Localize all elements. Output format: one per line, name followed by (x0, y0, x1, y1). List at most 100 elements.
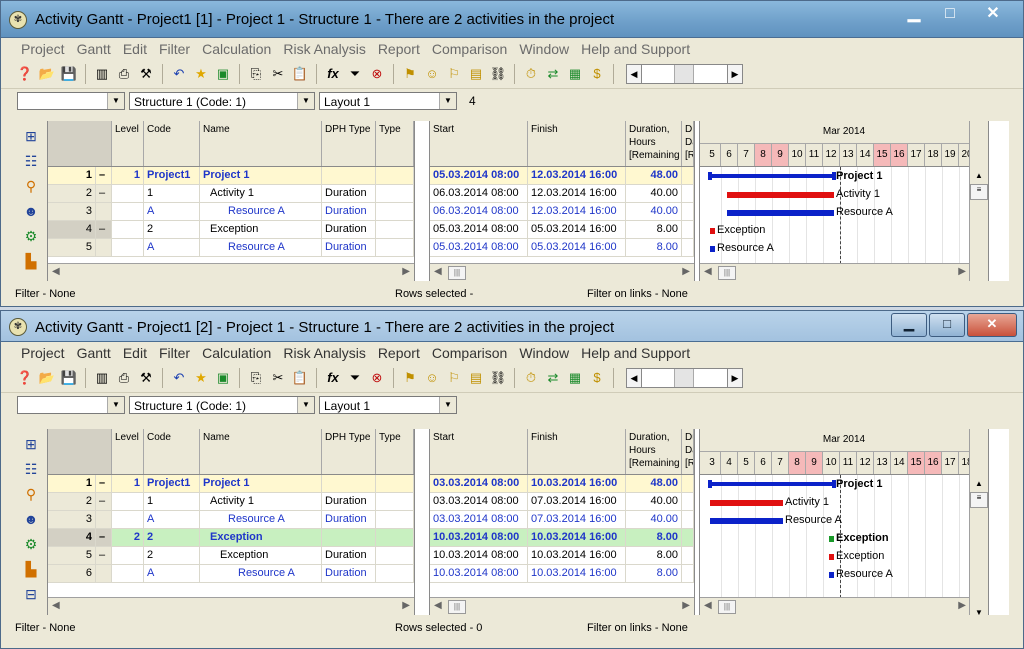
table-row[interactable]: 03.03.2014 08:00 07.03.2014 16:00 40.00 (430, 511, 694, 529)
row-number[interactable]: 2 (48, 493, 96, 511)
structure-view-icon[interactable]: ⊞ (19, 125, 43, 147)
resource-icon[interactable]: ☺ (422, 368, 442, 388)
clear-filter-icon[interactable]: ⊗ (367, 64, 387, 84)
table-row[interactable]: 3 A Resource A Duration (48, 511, 414, 529)
header-duration[interactable]: Duration, Hours [Remaining (626, 121, 682, 166)
maximize-button[interactable]: □ (929, 313, 965, 337)
team-view-icon[interactable]: ☻ (19, 200, 43, 222)
assign-icon[interactable]: ⚐ (444, 64, 464, 84)
paste-icon[interactable]: 📋 (290, 368, 310, 388)
header-name[interactable]: Name (200, 121, 322, 166)
menu-window[interactable]: Window (513, 41, 575, 57)
scroll-thumb[interactable]: ||| (718, 600, 736, 614)
table-row[interactable]: 4– 2 Exception Duration (48, 221, 414, 239)
table-row[interactable]: 5 A Resource A Duration (48, 239, 414, 257)
gantt-bar[interactable] (710, 482, 834, 486)
menu-gantt[interactable]: Gantt (71, 41, 117, 57)
scroll-right-icon[interactable]: ▶ (958, 266, 966, 277)
team-view-icon[interactable]: ☻ (19, 508, 43, 530)
structure-view-icon[interactable]: ⊞ (19, 433, 43, 455)
row-collapse-toggle[interactable]: – (96, 493, 112, 511)
report-view-icon[interactable]: ▙ (19, 558, 43, 580)
header-start[interactable]: Start (430, 429, 528, 474)
maximize-button[interactable]: □ (933, 4, 967, 26)
scroll-up-icon[interactable]: ▲ (970, 171, 988, 180)
assign-icon[interactable]: ⚐ (444, 368, 464, 388)
table-row[interactable]: 05.03.2014 08:00 12.03.2014 16:00 48.00 (430, 167, 694, 185)
columns-icon[interactable]: ▥ (92, 368, 112, 388)
menu-report[interactable]: Report (372, 41, 426, 57)
table-row[interactable]: 2– 1 Activity 1 Duration (48, 185, 414, 203)
table-row[interactable]: 5– 2 Exception Duration (48, 547, 414, 565)
scroll-thumb[interactable]: ≡ (970, 492, 988, 508)
activity-icon[interactable]: ⚑ (400, 64, 420, 84)
header-finish[interactable]: Finish (528, 429, 626, 474)
print-icon[interactable]: ⎙ (114, 64, 134, 84)
title-bar[interactable]: ✾ Activity Gantt - Project1 [2] - Projec… (1, 311, 1023, 342)
chevron-down-icon[interactable]: ▼ (107, 397, 124, 413)
undo-icon[interactable]: ↶ (169, 368, 189, 388)
open-folder-icon[interactable]: 📂 (37, 64, 57, 84)
calendar-icon[interactable]: ▤ (466, 64, 486, 84)
gantt-bar[interactable] (829, 554, 834, 560)
nav-track[interactable] (642, 368, 727, 388)
header-start[interactable]: Start (430, 121, 528, 166)
chevron-down-icon[interactable]: ▼ (297, 93, 314, 109)
star-icon[interactable]: ★ (191, 368, 211, 388)
chart-icon[interactable]: ▦ (565, 64, 585, 84)
row-number[interactable]: 5 (48, 547, 96, 565)
function-icon[interactable]: fx (323, 368, 343, 388)
help-icon[interactable]: ❓ (15, 64, 35, 84)
structure-combo[interactable]: Structure 1 (Code: 1) ▼ (129, 396, 315, 414)
gantt-bar[interactable] (727, 210, 834, 216)
structure-combo[interactable]: Structure 1 (Code: 1) ▼ (129, 92, 315, 110)
columns-icon[interactable]: ▥ (92, 64, 112, 84)
open-folder-icon[interactable]: 📂 (37, 368, 57, 388)
scroll-thumb[interactable]: ||| (448, 600, 466, 614)
table-row[interactable]: 3 A Resource A Duration (48, 203, 414, 221)
menu-help[interactable]: Help and Support (575, 345, 696, 361)
copy-icon[interactable]: ⎘ (246, 64, 266, 84)
row-collapse-toggle[interactable]: – (96, 167, 112, 185)
excel-icon[interactable]: ▣ (213, 368, 233, 388)
activity-icon[interactable]: ⚑ (400, 368, 420, 388)
scroll-left-icon[interactable]: ◀ (434, 600, 442, 611)
network-icon[interactable]: ⇄ (543, 64, 563, 84)
nav-track[interactable] (642, 64, 727, 84)
header-dph-type[interactable]: DPH Type (322, 121, 376, 166)
row-collapse-toggle[interactable]: – (96, 547, 112, 565)
timer-icon[interactable]: ⏱ (521, 368, 541, 388)
gantt-bar[interactable] (710, 228, 715, 234)
header-dph-type[interactable]: DPH Type (322, 429, 376, 474)
resource-view-icon[interactable]: ☷ (19, 458, 43, 480)
filter-combo[interactable]: ▼ (17, 396, 125, 414)
scroll-right-icon[interactable]: ▶ (958, 600, 966, 611)
gantt-bar[interactable] (710, 518, 783, 524)
resource-icon[interactable]: ☺ (422, 64, 442, 84)
nav-right-arrow-icon[interactable]: ▶ (727, 64, 743, 84)
row-collapse-toggle[interactable] (96, 565, 112, 583)
filter-icon[interactable]: ⏷ (345, 368, 365, 388)
menu-calculation[interactable]: Calculation (196, 345, 277, 361)
header-extra[interactable]: D Da [R (682, 121, 694, 166)
menu-filter[interactable]: Filter (153, 41, 196, 57)
money-icon[interactable]: $ (587, 64, 607, 84)
chevron-down-icon[interactable]: ▼ (107, 93, 124, 109)
menu-project[interactable]: Project (15, 41, 71, 57)
horizontal-scrollbar[interactable]: ◀ ||| ▶ (700, 597, 970, 615)
scroll-left-icon[interactable]: ◀ (434, 266, 442, 277)
table-row[interactable]: 05.03.2014 08:00 05.03.2014 16:00 8.00 (430, 221, 694, 239)
menu-calculation[interactable]: Calculation (196, 41, 277, 57)
menu-comparison[interactable]: Comparison (426, 345, 513, 361)
filter-icon[interactable]: ⏷ (345, 64, 365, 84)
menu-project[interactable]: Project (15, 345, 71, 361)
nav-thumb[interactable] (674, 65, 694, 83)
report-view-icon[interactable]: ▙ (19, 250, 43, 272)
header-code[interactable]: Code (144, 121, 200, 166)
table-row[interactable]: 10.03.2014 08:00 10.03.2014 16:00 8.00 (430, 565, 694, 583)
table-row[interactable]: 2– 1 Activity 1 Duration (48, 493, 414, 511)
clear-filter-icon[interactable]: ⊗ (367, 368, 387, 388)
scroll-thumb[interactable]: ||| (448, 266, 466, 280)
copy-icon[interactable]: ⎘ (246, 368, 266, 388)
timer-icon[interactable]: ⏱ (521, 64, 541, 84)
